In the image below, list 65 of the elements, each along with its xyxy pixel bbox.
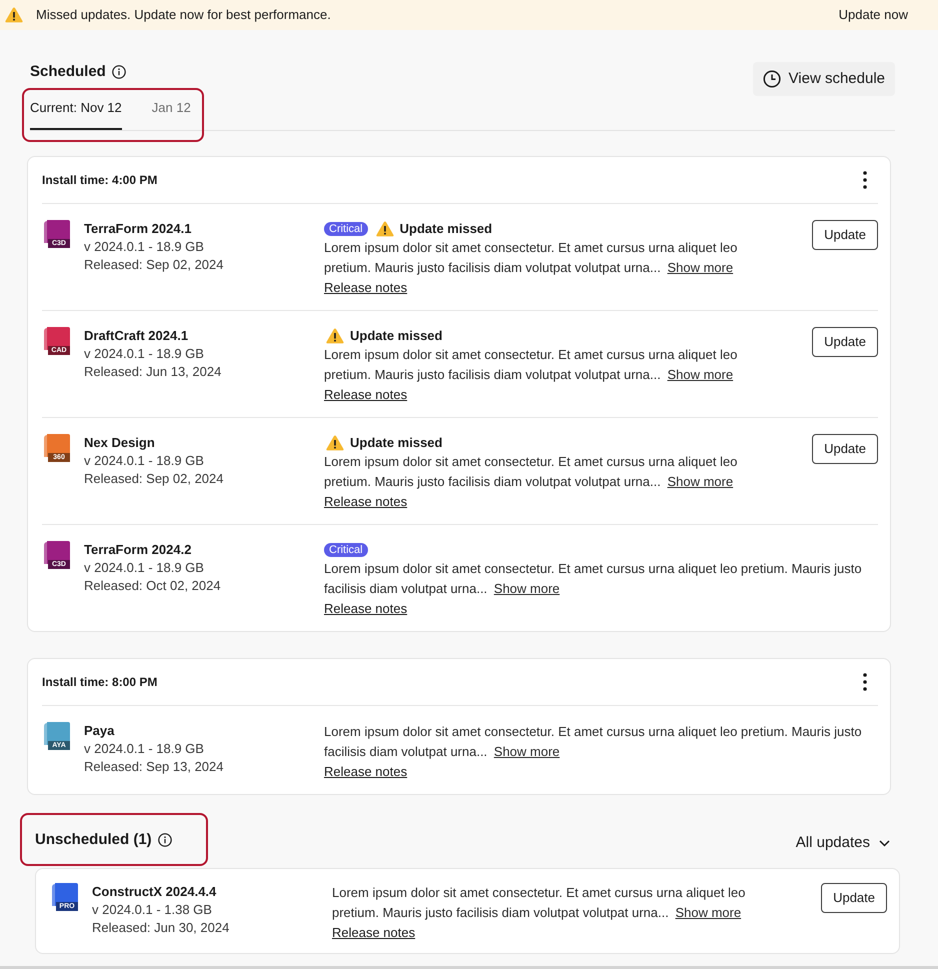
install-time: Install time: 8:00 PM xyxy=(42,674,158,691)
critical-badge: Critical xyxy=(324,222,368,236)
status-text: Update missed xyxy=(400,220,492,238)
version-text: v 2024.0.1 - 18.9 GB xyxy=(84,452,205,470)
app-name: Paya xyxy=(84,722,116,740)
description-text: Lorem ipsum dolor sit amet consectetur. Et amet cursus urna aliquet leo pretium. Mauris justo facilisis diam volutpat urna... Show more xyxy=(324,560,863,598)
description-text: Lorem ipsum dolor sit amet consectetur. Et amet cursus urna aliquet leo pretium. Mauris justo facilisis diam volutpat volutpat urna... Show more xyxy=(324,346,738,384)
release-date: Released: Sep 02, 2024 xyxy=(84,256,224,274)
warning-icon xyxy=(326,435,344,451)
app-name: TerraForm 2024.2 xyxy=(84,541,192,559)
warning-icon xyxy=(376,221,394,237)
banner-message: Missed updates. Update now for best performance. xyxy=(36,6,331,24)
version-text: v 2024.0.1 - 1.38 GB xyxy=(92,901,213,919)
more-options-icon[interactable] xyxy=(863,673,867,691)
info-icon[interactable] xyxy=(112,65,126,79)
release-date: Released: Jun 13, 2024 xyxy=(84,363,222,381)
more-options-icon[interactable] xyxy=(863,171,867,189)
section-title: Scheduled xyxy=(30,63,106,81)
description-text: Lorem ipsum dolor sit amet consectetur. Et amet cursus urna aliquet leo pretium. Mauris justo facilisis diam volutpat volutpat urna... Show more xyxy=(332,884,746,922)
version-text: v 2024.0.1 - 18.9 GB xyxy=(84,559,205,577)
release-notes-link[interactable]: Release notes xyxy=(332,923,416,943)
install-time: Install time: 4:00 PM xyxy=(42,172,158,189)
update-button[interactable]: Update xyxy=(812,220,878,250)
release-notes-link[interactable]: Release notes xyxy=(324,599,408,619)
view-schedule-button[interactable]: View schedule xyxy=(752,62,895,96)
release-date: Released: Sep 02, 2024 xyxy=(84,470,224,488)
info-icon[interactable] xyxy=(158,833,172,847)
show-more-link[interactable]: Show more xyxy=(494,581,560,596)
release-date: Released: Sep 13, 2024 xyxy=(84,758,224,776)
show-more-link[interactable]: Show more xyxy=(667,260,734,275)
release-notes-link[interactable]: Release notes xyxy=(324,762,408,782)
show-more-link[interactable]: Show more xyxy=(675,905,742,920)
tab[interactable]: Current: Nov 12 xyxy=(30,98,122,130)
show-more-link[interactable]: Show more xyxy=(667,367,734,382)
show-more-link[interactable]: Show more xyxy=(667,474,734,489)
tab[interactable]: Jan 12 xyxy=(152,98,191,130)
warning-icon xyxy=(326,328,344,344)
release-notes-link[interactable]: Release notes xyxy=(324,385,408,405)
release-date: Released: Oct 02, 2024 xyxy=(84,577,222,595)
release-date: Released: Jun 30, 2024 xyxy=(92,919,230,937)
description-text: Lorem ipsum dolor sit amet consectetur. Et amet cursus urna aliquet leo pretium. Mauris justo facilisis diam volutpat volutpat urna... Show more xyxy=(324,453,738,491)
version-text: v 2024.0.1 - 18.9 GB xyxy=(84,345,205,363)
update-button[interactable]: Update xyxy=(821,883,887,913)
status-text: Update missed xyxy=(350,327,442,345)
app-name: DraftCraft 2024.1 xyxy=(84,327,190,345)
critical-badge: Critical xyxy=(324,543,368,557)
release-notes-link[interactable]: Release notes xyxy=(324,278,408,298)
release-notes-link[interactable]: Release notes xyxy=(324,492,408,512)
update-now-link[interactable]: Update now xyxy=(838,6,908,24)
chevron-down-icon xyxy=(879,840,890,846)
update-button[interactable]: Update xyxy=(812,434,878,464)
section-title: Unscheduled (1) xyxy=(35,831,152,849)
app-name: TerraForm 2024.1 xyxy=(84,220,192,238)
status-text: Update missed xyxy=(350,434,442,452)
version-text: v 2024.0.1 - 18.9 GB xyxy=(84,238,205,256)
version-text: v 2024.0.1 - 18.9 GB xyxy=(84,740,205,758)
update-button[interactable]: Update xyxy=(812,327,878,357)
description-text: Lorem ipsum dolor sit amet consectetur. Et amet cursus urna aliquet leo pretium. Mauris justo facilisis diam volutpat urna... Show more xyxy=(324,723,863,761)
show-more-link[interactable]: Show more xyxy=(494,744,560,759)
app-name: Nex Design xyxy=(84,434,156,452)
clock-icon xyxy=(762,70,781,88)
app-name: ConstructX 2024.4.4 xyxy=(92,883,218,901)
filter-dropdown[interactable]: All updates xyxy=(796,832,890,854)
warning-icon xyxy=(5,7,23,23)
description-text: Lorem ipsum dolor sit amet consectetur. Et amet cursus urna aliquet leo pretium. Mauris justo facilisis diam volutpat volutpat urna... Show more xyxy=(324,239,738,277)
